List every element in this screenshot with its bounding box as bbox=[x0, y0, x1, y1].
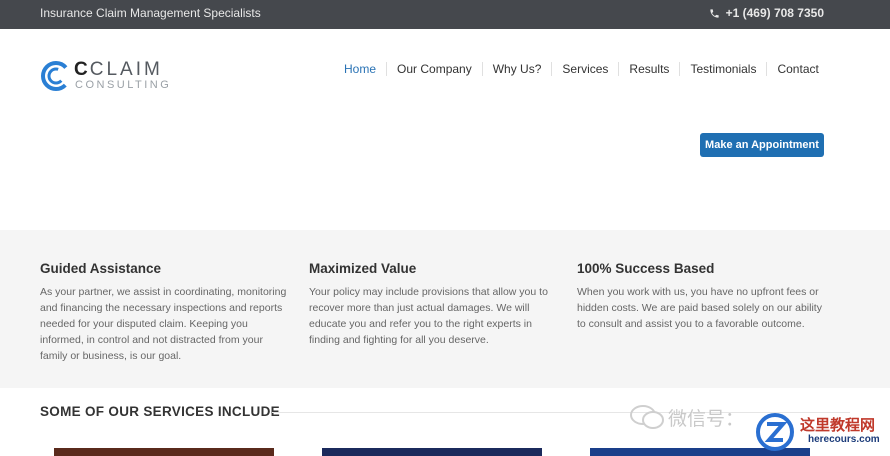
services-heading: SOME OF OUR SERVICES INCLUDE bbox=[40, 404, 280, 419]
nav-item-contact[interactable]: Contact bbox=[766, 62, 828, 76]
tagline: Insurance Claim Management Specialists bbox=[40, 6, 261, 20]
feature-text: As your partner, we assist in coordinati… bbox=[40, 286, 287, 362]
watermark: 微信号： 这里教程网 herecours.com bbox=[628, 398, 890, 455]
feature-card: Guided Assistance As your partner, we as… bbox=[40, 261, 290, 364]
site-header: CCLAIM CONSULTING Home Our Company Why U… bbox=[0, 29, 890, 230]
top-bar: Insurance Claim Management Specialists +… bbox=[0, 0, 890, 29]
main-nav: Home Our Company Why Us? Services Result… bbox=[334, 62, 829, 76]
site-badge-icon bbox=[756, 413, 794, 451]
phone-icon bbox=[709, 8, 719, 18]
logo-subtitle: CONSULTING bbox=[75, 79, 172, 91]
features-section: Guided Assistance As your partner, we as… bbox=[0, 230, 890, 388]
wechat-icon bbox=[630, 405, 664, 429]
feature-title: Maximized Value bbox=[309, 261, 417, 276]
nav-item-results[interactable]: Results bbox=[618, 62, 679, 76]
watermark-url: herecours.com bbox=[808, 434, 880, 445]
phone-link[interactable]: +1 (469) 708 7350 bbox=[709, 6, 824, 20]
nav-item-home[interactable]: Home bbox=[334, 62, 386, 76]
watermark-site-name: 这里教程网 bbox=[800, 417, 876, 434]
nav-item-our-company[interactable]: Our Company bbox=[386, 62, 482, 76]
feature-card: 100% Success Based When you work with us… bbox=[577, 261, 827, 332]
feature-title: Guided Assistance bbox=[40, 261, 162, 276]
feature-card: Maximized Value Your policy may include … bbox=[309, 261, 559, 348]
make-appointment-button[interactable]: Make an Appointment bbox=[700, 133, 824, 157]
feature-title: 100% Success Based bbox=[577, 261, 715, 276]
feature-text: Your policy may include provisions that … bbox=[309, 286, 548, 346]
logo-mark-icon bbox=[41, 61, 71, 91]
logo[interactable]: CCLAIM CONSULTING bbox=[40, 60, 180, 96]
nav-item-why-us[interactable]: Why Us? bbox=[481, 62, 552, 76]
logo-wordmark: CCLAIM bbox=[74, 59, 163, 80]
watermark-text: 微信号： bbox=[668, 409, 745, 430]
nav-item-testimonials[interactable]: Testimonials bbox=[679, 62, 766, 76]
feature-text: When you work with us, you have no upfro… bbox=[577, 286, 822, 330]
nav-item-services[interactable]: Services bbox=[551, 62, 618, 76]
phone-number: +1 (469) 708 7350 bbox=[725, 6, 824, 20]
